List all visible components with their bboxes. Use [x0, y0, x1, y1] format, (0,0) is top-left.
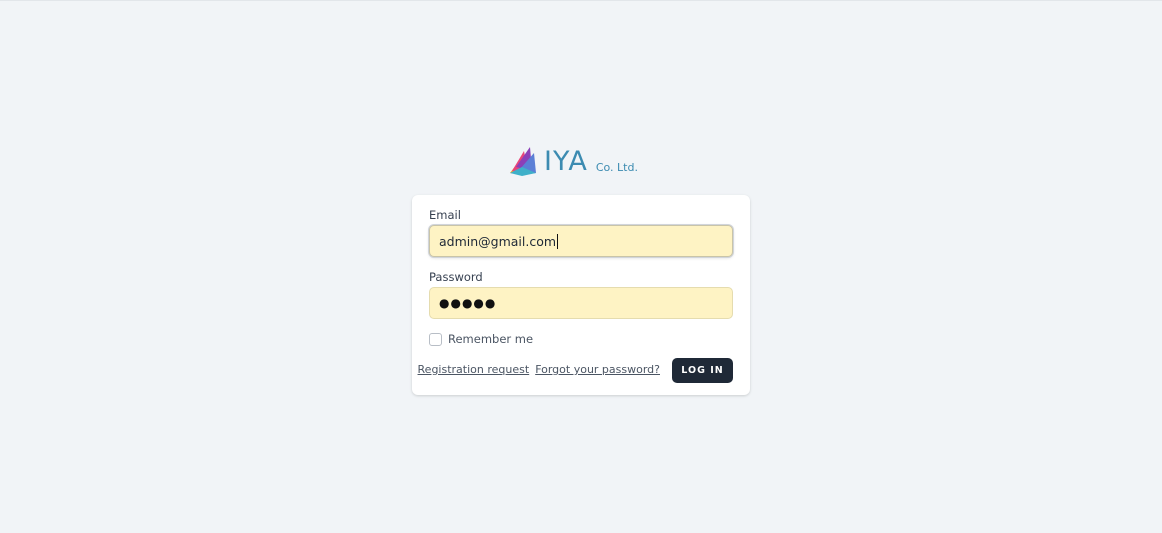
text-caret — [557, 233, 559, 249]
password-input[interactable]: ●●●●● — [429, 287, 733, 319]
email-label: Email — [429, 208, 461, 222]
logo-name: IYA — [544, 146, 588, 177]
password-label: Password — [429, 270, 483, 284]
email-input[interactable]: admin@gmail.com — [429, 225, 733, 257]
login-button[interactable]: LOG IN — [672, 358, 733, 383]
login-card: Email admin@gmail.com Password ●●●●● Rem… — [412, 195, 750, 395]
company-logo: IYA Co. Ltd. — [508, 141, 638, 177]
registration-request-link[interactable]: Registration request — [418, 363, 530, 376]
login-page: IYA Co. Ltd. Email admin@gmail.com Passw… — [0, 0, 1162, 533]
book-logo-icon — [510, 147, 536, 176]
remember-me-label: Remember me — [448, 332, 534, 346]
password-mask: ●●●●● — [439, 296, 497, 310]
remember-me-checkbox[interactable] — [429, 332, 442, 346]
logo-suffix: Co. Ltd. — [595, 161, 638, 174]
email-value: admin@gmail.com — [439, 233, 557, 249]
forgot-password-link[interactable]: Forgot your password? — [535, 363, 660, 376]
auth-links: Registration request Forgot your passwor… — [418, 363, 660, 376]
remember-me[interactable]: Remember me — [429, 332, 533, 346]
